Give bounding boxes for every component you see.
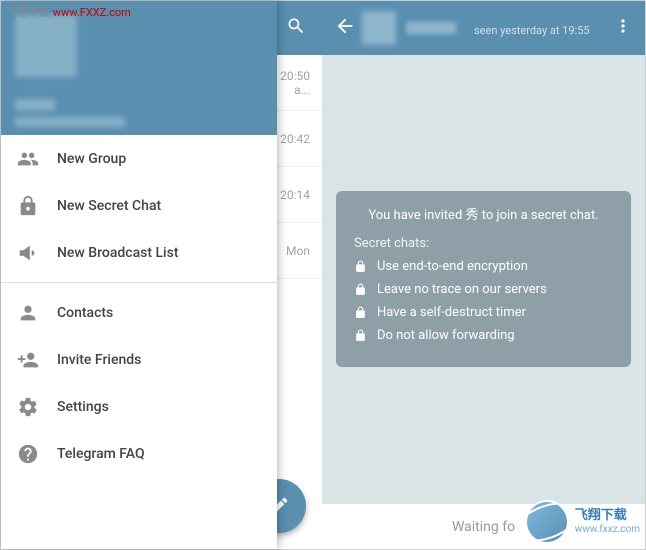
feature-text: Have a self-destruct timer [377,305,526,320]
info-title: Secret chats: [354,236,613,251]
chat-input-placeholder: Waiting fo [452,519,515,535]
megaphone-icon [17,242,57,264]
chat-preview: a... [280,83,310,97]
watermark-logo-icon [525,500,569,544]
watermark-text: 飞翔下载 [6,6,50,19]
last-seen-text: seen yesterday at 19:55 [474,24,590,37]
menu-label: Settings [57,399,109,415]
menu-item-new-group[interactable]: New Group [1,135,277,182]
menu-label: New Broadcast List [57,245,179,261]
watermark-cn: 飞翔下载 [575,509,640,523]
menu-item-invite[interactable]: Invite Friends [1,336,277,383]
watermark-top: 飞翔下载 www.FXXZ.com [6,4,131,20]
watermark-bottom: 飞翔下载 www.fxxz.com [525,500,640,544]
contact-name [406,22,456,34]
contact-avatar[interactable] [362,11,396,45]
gear-icon [17,396,57,418]
invite-text: You have invited 秀 to join a secret chat… [354,207,613,225]
chat-header: seen yesterday at 19:55 [322,1,645,55]
chat-time: 20:50 [280,69,310,83]
lock-icon [354,306,367,319]
chat-time: 20:42 [280,132,310,146]
menu-divider [1,282,277,283]
watermark-link[interactable]: www.FXXZ.com [53,6,131,19]
group-icon [17,148,57,170]
secret-chat-info-card: You have invited 秀 to join a secret chat… [336,191,631,366]
menu-item-contacts[interactable]: Contacts [1,289,277,336]
feature-row: Have a self-destruct timer [354,305,613,320]
back-arrow-icon[interactable] [334,15,356,41]
feature-row: Use end-to-end encryption [354,259,613,274]
more-vert-icon[interactable] [613,16,633,40]
feature-text: Use end-to-end encryption [377,259,528,274]
search-icon[interactable] [286,16,306,40]
feature-text: Do not allow forwarding [377,328,515,343]
watermark-text-block: 飞翔下载 www.fxxz.com [575,509,640,534]
menu-item-new-broadcast[interactable]: New Broadcast List [1,229,277,276]
profile-name [15,99,55,111]
profile-avatar[interactable] [15,15,77,77]
menu-item-settings[interactable]: Settings [1,383,277,430]
app-container: 20:50a... 20:42 20:14 Mon New Group New … [0,0,646,550]
chat-list-panel: 20:50a... 20:42 20:14 Mon New Group New … [1,1,322,549]
menu-label: New Group [57,151,126,167]
lock-icon [354,329,367,342]
menu-label: New Secret Chat [57,198,161,214]
chat-time: Mon [286,244,310,258]
menu-label: Invite Friends [57,352,141,368]
person-add-icon [17,349,57,371]
feature-row: Leave no trace on our servers [354,282,613,297]
person-icon [17,302,57,324]
menu-item-new-secret-chat[interactable]: New Secret Chat [1,182,277,229]
secret-chat-panel: seen yesterday at 19:55 You have invited… [322,1,645,549]
lock-icon [17,195,57,217]
watermark-en: www.fxxz.com [575,524,640,535]
menu-label: Telegram FAQ [57,446,145,462]
drawer-header [1,1,277,135]
navigation-drawer: New Group New Secret Chat New Broadcast … [1,1,277,549]
feature-row: Do not allow forwarding [354,328,613,343]
chat-time: 20:14 [280,188,310,202]
lock-icon [354,260,367,273]
profile-phone [15,117,125,127]
menu-item-faq[interactable]: Telegram FAQ [1,430,277,477]
lock-icon [354,283,367,296]
chat-title-area: seen yesterday at 19:55 [468,19,613,38]
feature-text: Leave no trace on our servers [377,282,547,297]
menu-label: Contacts [57,305,113,321]
chat-body: You have invited 秀 to join a secret chat… [322,55,645,503]
help-icon [17,443,57,465]
